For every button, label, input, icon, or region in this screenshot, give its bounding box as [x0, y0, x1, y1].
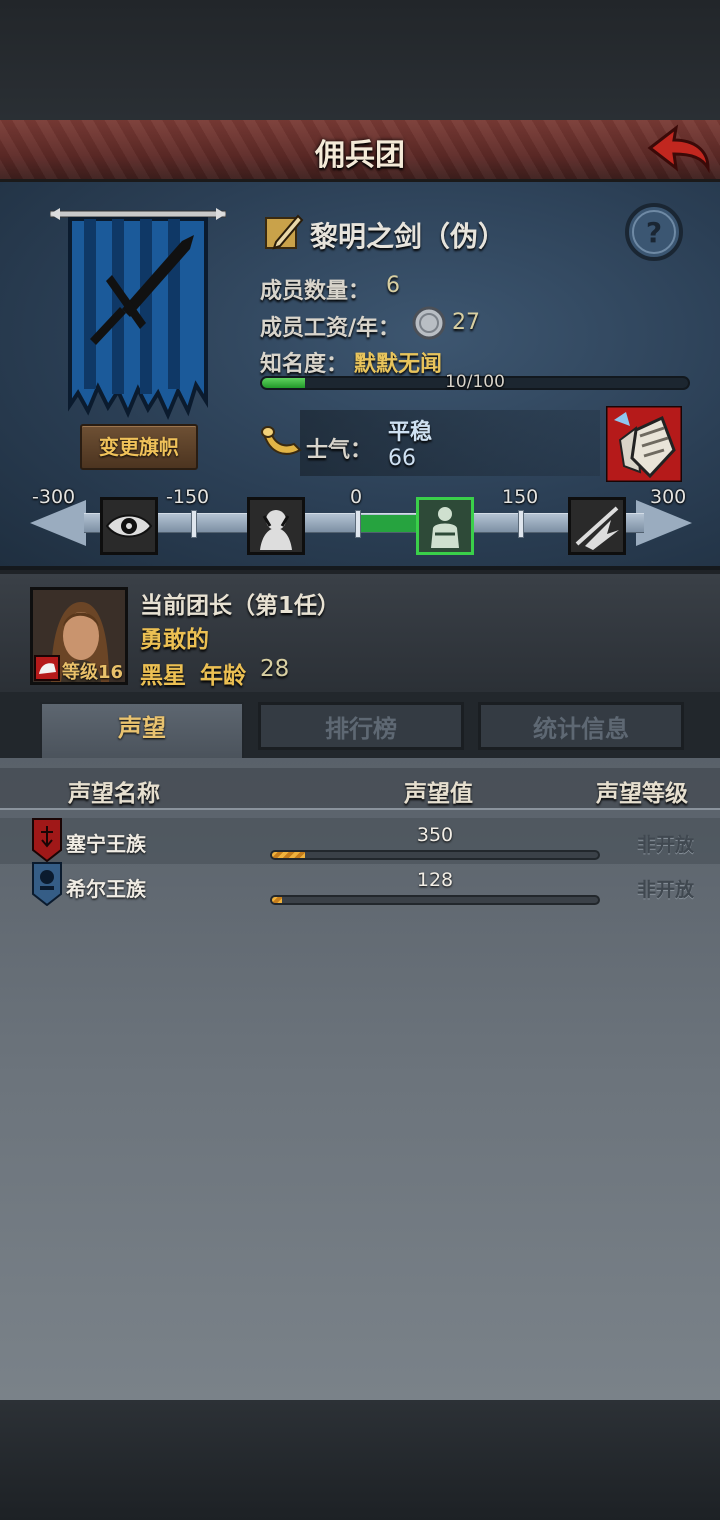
- despair-icon[interactable]: [247, 497, 305, 555]
- scale-label: 300: [650, 486, 687, 508]
- members-value: 6: [386, 273, 400, 298]
- reputation-level: 非开放: [636, 879, 694, 901]
- scale-label: 0: [350, 486, 363, 508]
- morale-value: 66: [388, 446, 416, 471]
- scale-label: -150: [166, 486, 210, 508]
- commander-age-label: 年龄: [200, 663, 246, 689]
- wage-value: 27: [452, 310, 480, 335]
- commander-name: 黑星: [140, 663, 186, 689]
- scale-label: 150: [502, 486, 539, 508]
- scale-tick: [355, 510, 361, 538]
- corps-banner: [49, 205, 227, 421]
- reputation-bar: [270, 895, 600, 905]
- reputation-value: 350: [416, 824, 454, 846]
- question-icon: ?: [625, 203, 683, 261]
- reputation-value: 128: [416, 869, 454, 891]
- reputation-name: 希尔王族: [66, 877, 146, 901]
- reputation-bar-fill: [272, 852, 305, 858]
- pencil-icon: [265, 214, 304, 250]
- title-bar: 佣兵团: [0, 120, 720, 182]
- commander-level: 等级16: [62, 662, 124, 683]
- header-reputation-level: 声望等级: [596, 781, 688, 807]
- shield-wall-button[interactable]: [604, 404, 684, 484]
- morale-scale-fill: [360, 515, 420, 532]
- tab-reputation-label: 声望: [118, 714, 166, 742]
- shield-icon: [604, 404, 684, 484]
- status-area: [0, 0, 720, 120]
- corps-name: 黎明之剑（伪）: [310, 220, 507, 253]
- page-title: 佣兵团: [315, 138, 405, 173]
- scale-label: -300: [32, 486, 76, 508]
- help-button[interactable]: ?: [624, 202, 684, 262]
- commander-title: 当前团长（第1任）: [140, 593, 341, 619]
- fame-progress-text: 10/100: [445, 372, 505, 392]
- tab-statistics[interactable]: 统计信息: [478, 702, 684, 750]
- scale-tick: [518, 510, 524, 538]
- wage-label: 成员工资/年：: [260, 316, 401, 341]
- reputation-bar: [270, 850, 600, 860]
- commander-age: 28: [260, 656, 290, 682]
- tab-ranking-label: 排行榜: [325, 715, 397, 743]
- reputation-bar-fill: [272, 897, 282, 903]
- tab-ranking[interactable]: 排行榜: [258, 702, 464, 750]
- change-flag-button[interactable]: 变更旗帜: [80, 424, 198, 470]
- header-reputation-name: 声望名称: [68, 781, 160, 807]
- reputation-level: 非开放: [636, 834, 694, 856]
- change-flag-label: 变更旗帜: [99, 435, 179, 459]
- header-reputation-value: 声望值: [404, 781, 473, 807]
- steady-icon[interactable]: [416, 497, 474, 555]
- svg-text:?: ?: [646, 216, 662, 249]
- commander-trait: 勇敢的: [140, 627, 209, 653]
- navigation-area: [0, 1400, 720, 1520]
- scale-tick: [191, 510, 197, 538]
- silver-coin-icon: [412, 306, 446, 340]
- red-banner-icon: [32, 818, 62, 863]
- tab-statistics-label: 统计信息: [533, 715, 629, 743]
- morale-label: 士气：: [306, 438, 373, 463]
- sword-banner-icon: [49, 208, 227, 421]
- morale-state: 平稳: [388, 420, 433, 445]
- blue-banner-icon: [32, 862, 62, 907]
- tab-reputation[interactable]: 声望: [40, 702, 244, 758]
- horn-icon: [260, 424, 302, 464]
- charge-icon[interactable]: [568, 497, 626, 555]
- back-arrow-icon: [647, 124, 710, 174]
- eye-icon[interactable]: [100, 497, 158, 555]
- level-icon: [34, 655, 60, 681]
- members-label: 成员数量：: [260, 279, 371, 304]
- reputation-name: 塞宁王族: [66, 832, 146, 856]
- edit-name-button[interactable]: [264, 212, 304, 252]
- back-button[interactable]: [646, 124, 712, 178]
